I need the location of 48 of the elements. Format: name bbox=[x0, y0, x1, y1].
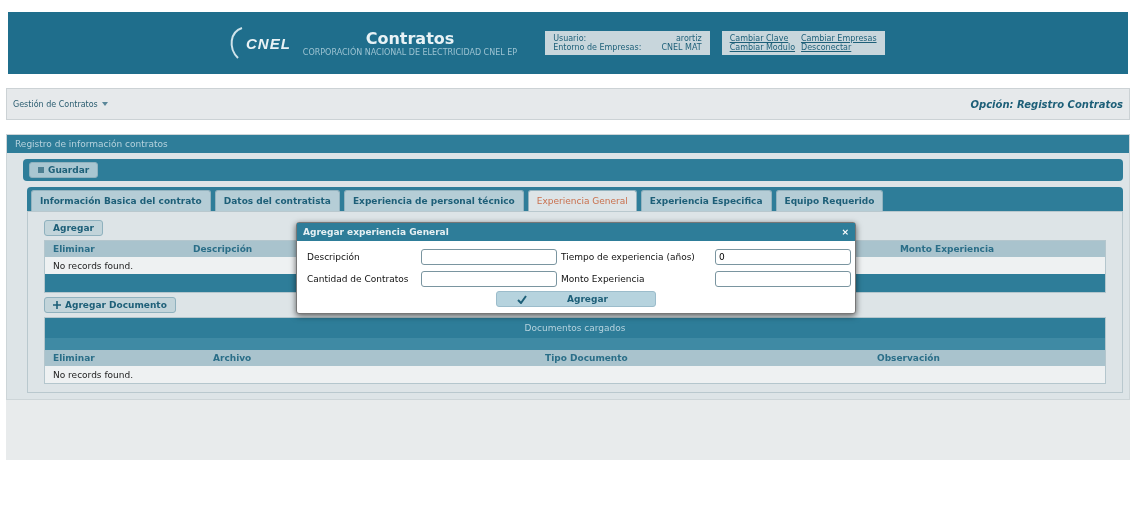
app-title: Contratos bbox=[365, 29, 455, 48]
tab[interactable]: Información Basica del contrato bbox=[31, 190, 211, 211]
tab[interactable]: Experiencia Especifica bbox=[640, 190, 772, 211]
plus-icon bbox=[53, 301, 61, 309]
header-link[interactable]: Cambiar Clave bbox=[729, 34, 796, 43]
column-header: Archivo bbox=[213, 353, 253, 363]
column-header: Descripción bbox=[193, 244, 254, 254]
info-label: Usuario: bbox=[553, 34, 588, 43]
column-header: Eliminar bbox=[53, 244, 96, 254]
panel-title: Registro de información contratos bbox=[7, 135, 1129, 153]
field-label: Cantidad de Contratos bbox=[307, 274, 410, 284]
tab[interactable]: Experiencia de personal técnico bbox=[343, 190, 524, 211]
header-link[interactable]: Cambiar Modulo bbox=[729, 43, 796, 52]
table-cell: No records found. bbox=[53, 261, 134, 271]
tab[interactable]: Datos del contratista bbox=[214, 190, 340, 211]
save-button[interactable]: Guardar bbox=[29, 162, 99, 178]
close-button[interactable]: × bbox=[841, 227, 849, 237]
input-field[interactable] bbox=[715, 271, 851, 287]
app-subtitle: CORPORACIÓN NACIONAL DE ELECTRICIDAD CNEL EP bbox=[302, 48, 518, 57]
table-title: Documentos cargados bbox=[45, 318, 1105, 338]
column-header: Monto Experiencia bbox=[898, 244, 996, 254]
current-option: Opción: Registro Contratos bbox=[970, 98, 1123, 110]
check-icon bbox=[517, 294, 527, 304]
input-field[interactable] bbox=[421, 271, 557, 287]
field-label: Tiempo de experiencia (años) bbox=[561, 252, 696, 262]
logo-text: CNEL bbox=[246, 34, 291, 52]
column-header: Eliminar bbox=[53, 353, 96, 363]
info-value: arortiz bbox=[674, 34, 702, 43]
tab[interactable]: Experiencia General bbox=[527, 190, 637, 211]
add-document-button[interactable]: Agregar Documento bbox=[44, 297, 176, 313]
info-label: Entorno de Empresas: bbox=[553, 43, 642, 52]
table-cell: No records found. bbox=[53, 370, 134, 380]
info-value: CNEL MAT bbox=[661, 43, 702, 52]
tab[interactable]: Equipo Requerido bbox=[775, 190, 884, 211]
caret-icon bbox=[101, 102, 108, 106]
add-button[interactable]: Agregar bbox=[496, 291, 656, 307]
header-link[interactable]: Cambiar Empresas bbox=[801, 34, 877, 43]
swoosh-icon bbox=[228, 26, 244, 60]
header-link[interactable]: Desconectar bbox=[801, 43, 877, 52]
field-label: Descripción bbox=[307, 252, 361, 262]
column-header: Tipo Documento bbox=[545, 353, 629, 363]
input-field[interactable] bbox=[421, 249, 557, 265]
input-field[interactable]: 0 bbox=[715, 249, 851, 265]
column-header: Observación bbox=[877, 353, 941, 363]
menu-item[interactable]: Gestión de Contratos bbox=[13, 99, 98, 109]
dialog-title: Agregar experiencia General bbox=[303, 227, 449, 237]
field-label: Monto Experiencia bbox=[561, 274, 646, 284]
add-button[interactable]: Agregar bbox=[44, 220, 103, 236]
